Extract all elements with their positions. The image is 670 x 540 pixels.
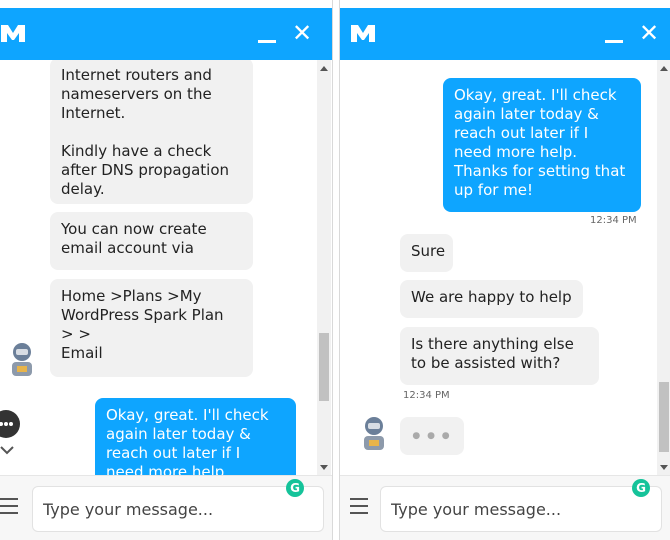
agent-message: Sure xyxy=(400,234,453,272)
close-icon[interactable]: ✕ xyxy=(292,19,312,47)
agent-avatar-icon xyxy=(364,417,384,450)
agent-message: Home >Plans >My WordPress Spark Plan > >… xyxy=(50,279,253,377)
message-input-wrapper xyxy=(32,486,324,532)
grammarly-icon[interactable]: G xyxy=(632,479,650,497)
scroll-up-arrow[interactable] xyxy=(320,66,328,71)
scroll-thumb[interactable] xyxy=(319,333,329,401)
message-list: Internet routers and nameservers on the … xyxy=(0,60,332,476)
message-input-wrapper xyxy=(380,486,662,532)
minimize-icon[interactable] xyxy=(258,40,276,43)
scrollbar[interactable] xyxy=(657,60,670,476)
scroll-thumb[interactable] xyxy=(659,382,669,452)
scroll-down-arrow[interactable] xyxy=(320,465,328,470)
typing-indicator: ● ● ● xyxy=(400,417,464,455)
grammarly-icon[interactable]: G xyxy=(286,479,304,497)
chat-window-left: ✕ Internet routers and nameservers on th… xyxy=(0,0,333,540)
message-input[interactable] xyxy=(381,487,661,531)
more-options-icon[interactable] xyxy=(0,410,20,438)
message-input[interactable] xyxy=(33,487,323,531)
minimize-icon[interactable] xyxy=(605,40,623,43)
menu-icon[interactable] xyxy=(0,498,18,516)
agent-avatar-icon xyxy=(12,343,32,376)
agent-message: You can now create email account via xyxy=(50,212,253,270)
user-message: Okay, great. I'll check again later toda… xyxy=(443,78,641,212)
chat-header: ✕ xyxy=(0,8,332,60)
chevron-down-icon[interactable] xyxy=(0,445,14,455)
message-composer: G xyxy=(340,475,670,540)
agent-message: We are happy to help xyxy=(400,280,583,318)
chat-window-right: ✕ Okay, great. I'll check again later to… xyxy=(339,0,670,540)
scrollbar[interactable] xyxy=(317,60,331,476)
message-timestamp: 12:34 PM xyxy=(403,390,450,401)
scroll-up-arrow[interactable] xyxy=(660,66,668,71)
chat-header: ✕ xyxy=(340,8,670,60)
message-composer: G xyxy=(0,475,332,540)
agent-message: Is there anything else to be assisted wi… xyxy=(400,327,599,385)
agent-message: Internet routers and nameservers on the … xyxy=(50,60,253,204)
message-timestamp: 12:34 PM xyxy=(590,215,637,226)
brand-logo-icon xyxy=(351,25,375,42)
scroll-down-arrow[interactable] xyxy=(660,465,668,470)
user-message: Okay, great. I'll check again later toda… xyxy=(95,398,296,476)
message-list: Okay, great. I'll check again later toda… xyxy=(340,60,670,476)
menu-icon[interactable] xyxy=(350,498,368,516)
close-icon[interactable]: ✕ xyxy=(639,19,659,47)
brand-logo-icon xyxy=(1,25,25,42)
